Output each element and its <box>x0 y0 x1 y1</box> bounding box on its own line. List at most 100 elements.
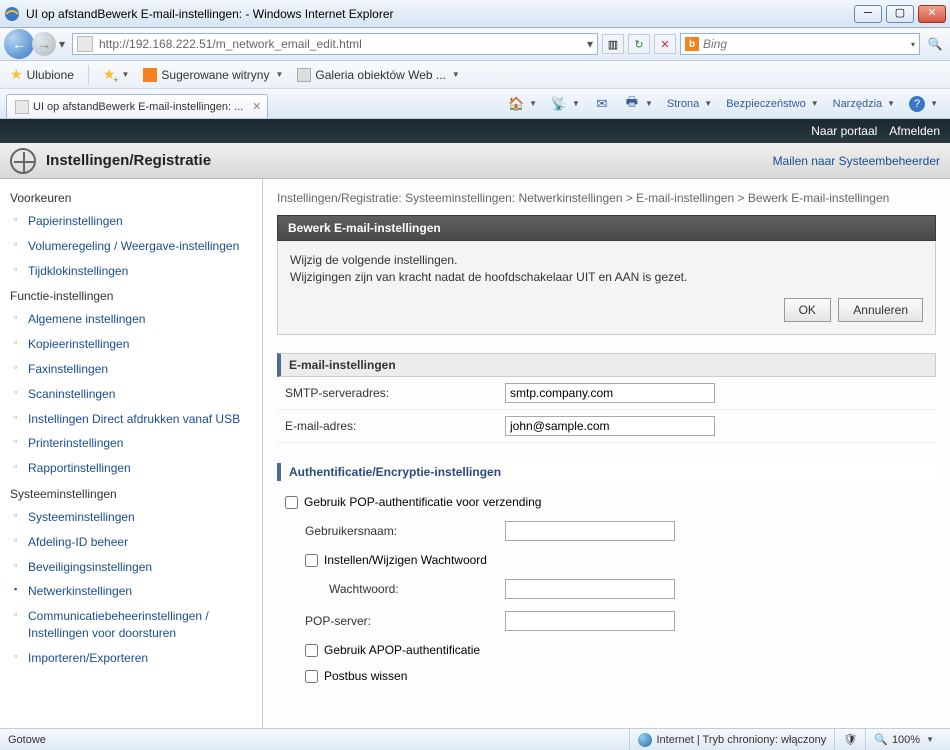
main-panel: Instellingen/Registratie: Systeeminstell… <box>263 179 950 728</box>
bing-icon: b <box>685 37 699 51</box>
password-row: Wachtwoord: <box>277 573 936 605</box>
sidebar-item-system[interactable]: Systeeminstellingen <box>6 505 262 530</box>
username-input[interactable] <box>505 521 675 541</box>
add-star-icon: ★+ <box>103 66 116 83</box>
clearbox-checkbox[interactable] <box>305 670 318 683</box>
info-message-1: Wijzig de volgende instellingen. <box>290 253 923 267</box>
status-bar: Gotowe Internet | Tryb chroniony: włączo… <box>0 728 950 750</box>
popserver-row: POP-server: <box>277 605 936 637</box>
status-zoom[interactable]: 🔍 100% ▼ <box>865 729 942 750</box>
password-input[interactable] <box>505 579 675 599</box>
tab-title: UI op afstandBewerk E-mail-instellingen:… <box>33 101 243 113</box>
tools-menu-label: Narzędzia <box>833 98 883 110</box>
gallery-icon <box>297 68 311 82</box>
globe-icon <box>638 733 652 747</box>
portal-link[interactable]: Naar portaal <box>811 124 877 138</box>
setpw-row: Instellen/Wijzigen Wachtwoord <box>277 547 936 573</box>
browser-tab[interactable]: UI op afstandBewerk E-mail-instellingen:… <box>6 94 268 118</box>
status-ready: Gotowe <box>8 734 46 746</box>
password-label: Wachtwoord: <box>329 582 505 596</box>
ok-button[interactable]: OK <box>784 298 831 322</box>
tools-menu[interactable]: Narzędzia▼ <box>827 93 901 115</box>
sidebar-item-printer[interactable]: Printerinstellingen <box>6 431 262 456</box>
address-bar[interactable]: ▾ <box>72 33 598 55</box>
smtp-row: SMTP-serveradres: <box>277 377 936 410</box>
mail-admin-link[interactable]: Mailen naar Systeembeheerder <box>773 154 940 168</box>
read-mail-button[interactable]: ✉ <box>588 93 616 115</box>
clearbox-label: Postbus wissen <box>324 669 407 683</box>
sidebar-category-function: Functie-instellingen <box>6 283 262 307</box>
smtp-input[interactable] <box>505 383 715 403</box>
home-icon: 🏠 <box>508 96 524 112</box>
sidebar-item-fax[interactable]: Faxinstellingen <box>6 357 262 382</box>
sidebar-item-label: Printerinstellingen <box>28 435 123 452</box>
compat-view-button[interactable]: ▥ <box>602 34 624 54</box>
web-gallery-link[interactable]: Galeria obiektów Web ... ▼ <box>293 66 463 84</box>
chevron-down-icon: ▼ <box>926 735 934 744</box>
status-protected-mode-toggle[interactable]: 🛡 <box>834 729 865 750</box>
panel-title: Bewerk E-mail-instellingen <box>277 215 936 241</box>
sidebar-item-scan[interactable]: Scaninstellingen <box>6 382 262 407</box>
help-button[interactable]: ?▼ <box>903 93 944 115</box>
safety-menu[interactable]: Bezpieczeństwo▼ <box>720 93 824 115</box>
sidebar-item-import-export[interactable]: Importeren/Exporteren <box>6 646 262 671</box>
page-content: Naar portaal Afmelden Instellingen/Regis… <box>0 119 950 728</box>
page-menu-label: Strona <box>667 98 699 110</box>
sidebar-item-label: Algemene instellingen <box>28 311 145 328</box>
forward-button[interactable]: → <box>32 32 56 56</box>
address-dropdown[interactable]: ▾ <box>587 37 593 51</box>
nav-history-dropdown[interactable]: ▾ <box>56 37 68 51</box>
sidebar-item-comm-forward[interactable]: Communicatiebeheerinstellingen / Instell… <box>6 604 262 646</box>
pop-auth-checkbox[interactable] <box>285 496 298 509</box>
close-button[interactable]: ✕ <box>918 5 946 23</box>
search-dropdown[interactable]: ▾ <box>911 40 915 49</box>
section-email-header: E-mail-instellingen <box>277 353 936 377</box>
window-title: UI op afstandBewerk E-mail-instellingen:… <box>26 7 854 21</box>
minimize-button[interactable]: ─ <box>854 5 882 23</box>
status-zone[interactable]: Internet | Tryb chroniony: włączony <box>629 729 834 750</box>
stop-button[interactable]: ✕ <box>654 34 676 54</box>
home-button[interactable]: 🏠▼ <box>502 93 543 115</box>
refresh-button[interactable]: ↻ <box>628 34 650 54</box>
sidebar-item-volume-display[interactable]: Volumeregeling / Weergave-instellingen <box>6 234 262 259</box>
back-button[interactable]: ← <box>4 29 34 59</box>
url-input[interactable] <box>99 37 581 51</box>
popserver-input[interactable] <box>505 611 675 631</box>
page-menu[interactable]: Strona▼ <box>661 93 718 115</box>
sidebar-item-network[interactable]: Netwerkinstellingen <box>6 579 262 604</box>
add-favorite-button[interactable]: ★+ ▼ <box>99 64 133 85</box>
sidebar-item-usb-print[interactable]: Instellingen Direct afdrukken vanaf USB <box>6 407 262 432</box>
search-input[interactable] <box>703 37 907 51</box>
sidebar-item-report[interactable]: Rapportinstellingen <box>6 456 262 481</box>
sidebar-item-general[interactable]: Algemene instellingen <box>6 307 262 332</box>
feeds-button[interactable]: 📡▼ <box>545 93 586 115</box>
sidebar-item-label: Rapportinstellingen <box>28 460 131 477</box>
sidebar-item-timer[interactable]: Tijdklokinstellingen <box>6 259 262 284</box>
sidebar-item-copy[interactable]: Kopieerinstellingen <box>6 332 262 357</box>
favorites-button[interactable]: ★ Ulubione <box>6 64 78 85</box>
device-logo-icon <box>10 148 36 174</box>
mail-icon: ✉ <box>594 96 610 112</box>
navigation-bar: ← → ▾ ▾ ▥ ↻ ✕ b ▾ 🔍 <box>0 28 950 61</box>
favorites-bar: ★ Ulubione ★+ ▼ Sugerowane witryny ▼ Gal… <box>0 61 950 89</box>
logout-link[interactable]: Afmelden <box>889 124 940 138</box>
info-message-2: Wijzigingen zijn van kracht nadat de hoo… <box>290 270 923 284</box>
apop-checkbox[interactable] <box>305 644 318 657</box>
sidebar-item-security[interactable]: Beveiligingsinstellingen <box>6 555 262 580</box>
sidebar-item-paper[interactable]: Papierinstellingen <box>6 209 262 234</box>
sidebar-item-dept-id[interactable]: Afdeling-ID beheer <box>6 530 262 555</box>
maximize-button[interactable]: ▢ <box>886 5 914 23</box>
sidebar-item-label: Kopieerinstellingen <box>28 336 129 353</box>
sidebar-category-preferences: Voorkeuren <box>6 185 262 209</box>
sidebar-item-label: Netwerkinstellingen <box>28 583 132 600</box>
email-input[interactable] <box>505 416 715 436</box>
suggested-sites-link[interactable]: Sugerowane witryny ▼ <box>139 66 287 84</box>
pop-auth-label: Gebruik POP-authentificatie voor verzend… <box>304 495 541 509</box>
print-button[interactable]: 🖶▼ <box>618 93 659 115</box>
zoom-icon: 🔍 <box>874 733 888 746</box>
tab-close-button[interactable]: ✕ <box>252 100 261 113</box>
setpw-checkbox[interactable] <box>305 554 318 567</box>
search-button[interactable]: 🔍 <box>924 34 946 54</box>
search-bar[interactable]: b ▾ <box>680 33 920 55</box>
cancel-button[interactable]: Annuleren <box>838 298 923 322</box>
